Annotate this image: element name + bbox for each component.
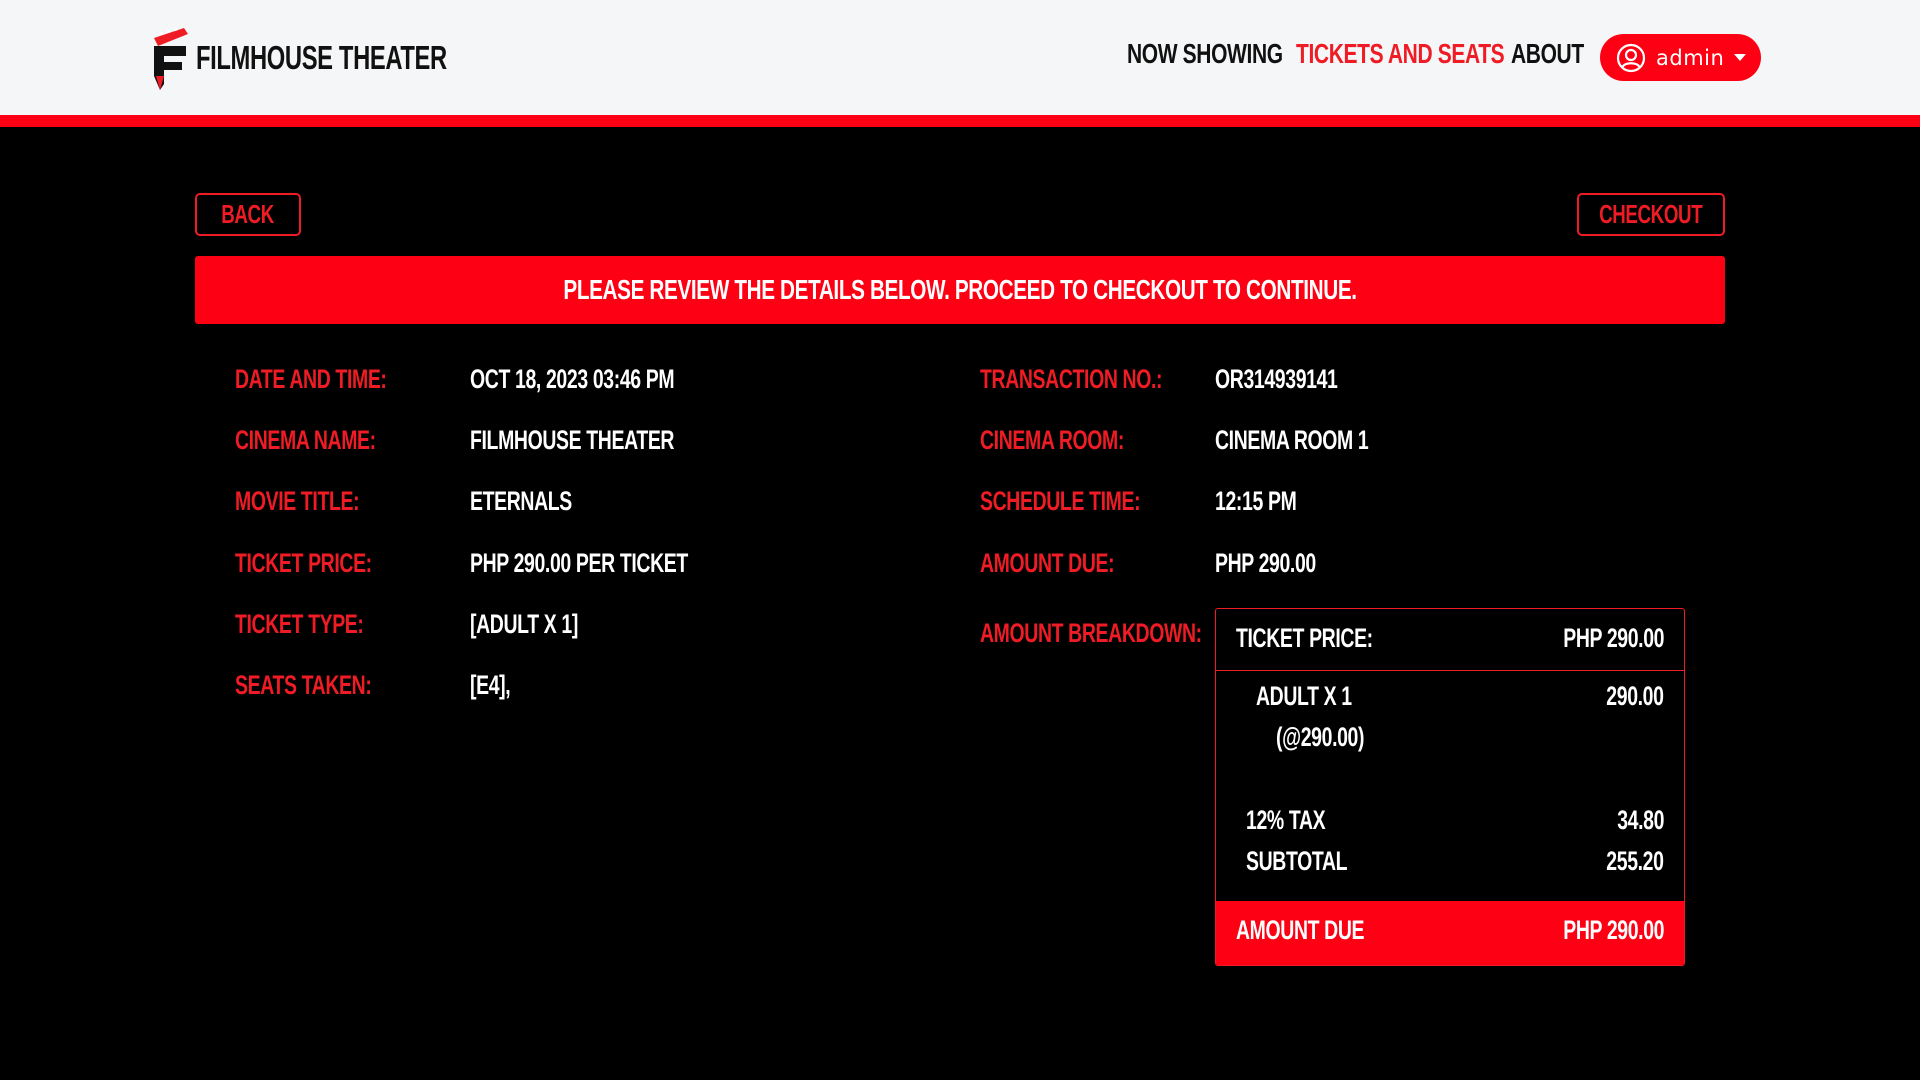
- amount-due-value: PHP 290.00: [1215, 548, 1316, 578]
- cinema-room-label: CINEMA ROOM:: [980, 425, 1124, 455]
- user-menu-button[interactable]: admin: [1600, 34, 1761, 81]
- ticket-price-label: TICKET PRICE:: [235, 548, 372, 578]
- nav-about-label: ABOUT: [1511, 38, 1584, 69]
- seats-taken-label: SEATS TAKEN:: [235, 670, 372, 700]
- breakdown-ticket-price-value: PHP 290.00: [1563, 623, 1664, 653]
- cinema-name-label: CINEMA NAME:: [235, 425, 376, 455]
- schedule-time-label: SCHEDULE TIME:: [980, 486, 1141, 516]
- date-time-label: DATE AND TIME:: [235, 364, 387, 394]
- nav-about[interactable]: ABOUT: [1511, 38, 1608, 78]
- checkout-button[interactable]: CHECKOUT: [1577, 193, 1725, 236]
- amount-breakdown-label: AMOUNT BREAKDOWN:: [980, 618, 1202, 648]
- film-flag-logo-icon: [154, 27, 188, 90]
- cinema-name-value: FILMHOUSE THEATER: [470, 425, 675, 455]
- amount-due-label: AMOUNT DUE:: [980, 548, 1115, 578]
- breakdown-item-label: ADULT X 1: [1256, 681, 1352, 711]
- back-button-label: BACK: [221, 199, 275, 229]
- review-banner-text: PLEASE REVIEW THE DETAILS BELOW. PROCEED…: [563, 274, 1357, 305]
- top-navbar: FILMHOUSE THEATER NOW SHOWING TICKETS AN…: [0, 0, 1920, 115]
- checkout-button-label: CHECKOUT: [1599, 199, 1703, 229]
- review-banner: PLEASE REVIEW THE DETAILS BELOW. PROCEED…: [195, 256, 1725, 324]
- amount-breakdown-box: TICKET PRICE: PHP 290.00 ADULT X 1 290.0…: [1215, 608, 1685, 966]
- breakdown-header: TICKET PRICE: PHP 290.00: [1216, 609, 1684, 671]
- breakdown-amount-due-value: PHP 290.00: [1563, 915, 1664, 945]
- cinema-room-value: CINEMA ROOM 1: [1215, 425, 1369, 455]
- user-circle-icon: [1616, 43, 1646, 72]
- date-time-value: OCT 18, 2023 03:46 PM: [470, 364, 675, 394]
- nav-tickets-and-seats-label: TICKETS AND SEATS: [1296, 38, 1505, 69]
- ticket-type-label: TICKET TYPE:: [235, 609, 364, 639]
- brand-name: FILMHOUSE THEATER: [196, 39, 447, 76]
- breakdown-amount-due-label: AMOUNT DUE: [1236, 915, 1365, 945]
- transaction-no-value: OR314939141: [1215, 364, 1338, 394]
- breakdown-subtotal-label: SUBTOTAL: [1246, 846, 1348, 876]
- ticket-price-value: PHP 290.00 PER TICKET: [470, 548, 688, 578]
- movie-title-value: ETERNALS: [470, 486, 572, 516]
- user-name: admin: [1656, 45, 1725, 70]
- schedule-time-value: 12:15 PM: [1215, 486, 1297, 516]
- breakdown-ticket-price-label: TICKET PRICE:: [1236, 623, 1373, 653]
- breakdown-subtotal-value: 255.20: [1606, 846, 1665, 876]
- chevron-down-icon: [1734, 54, 1747, 61]
- ticket-type-value: [ADULT X 1]: [470, 609, 578, 639]
- breakdown-tax-value: 34.80: [1617, 805, 1664, 835]
- back-button[interactable]: BACK: [195, 193, 301, 236]
- breakdown-tax-label: 12% TAX: [1246, 805, 1326, 835]
- seats-taken-value: [E4],: [470, 670, 511, 700]
- nav-now-showing-label: NOW SHOWING: [1127, 38, 1283, 69]
- movie-title-label: MOVIE TITLE:: [235, 486, 360, 516]
- breakdown-amount-due-bar: AMOUNT DUE PHP 290.00: [1216, 901, 1684, 965]
- breakdown-item-value: 290.00: [1606, 681, 1665, 711]
- brand-link[interactable]: FILMHOUSE THEATER: [150, 25, 544, 91]
- header-accent-bar: [0, 115, 1920, 127]
- breakdown-item-unit-price: (@290.00): [1276, 722, 1365, 752]
- transaction-no-label: TRANSACTION NO.:: [980, 364, 1163, 394]
